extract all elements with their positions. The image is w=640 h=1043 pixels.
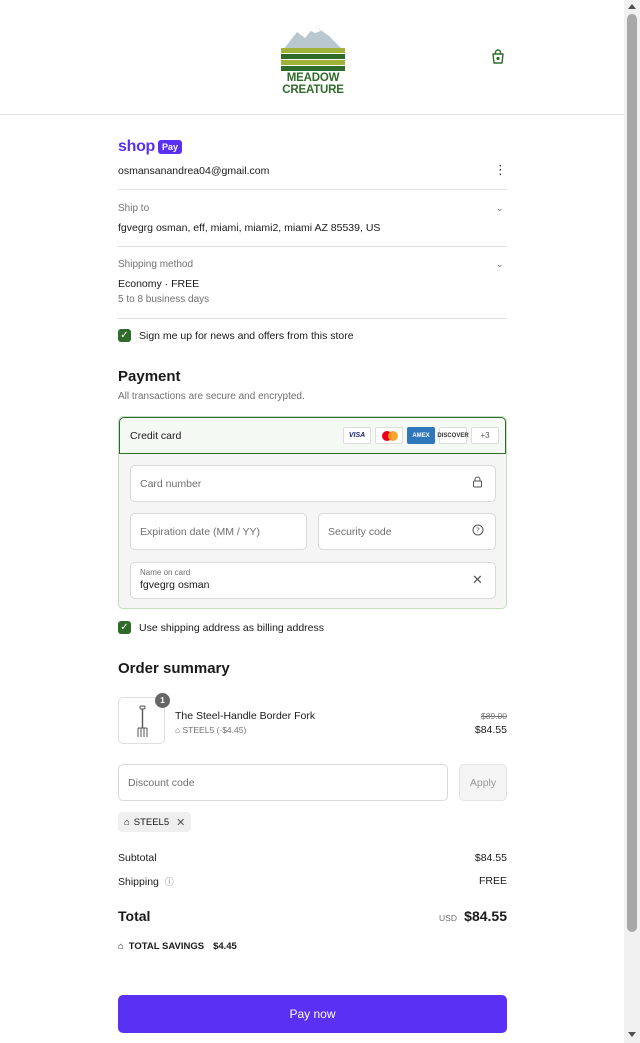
shop-pay-badge: Pay [158,140,183,154]
clear-x-icon[interactable]: ✕ [472,572,483,588]
product-discount-text: STEEL5 (-$4.45) [182,725,247,735]
total-value: $84.55 [464,908,507,924]
payment-subtitle: All transactions are secure and encrypte… [118,391,305,402]
credit-card-option[interactable]: Credit card VISA AMEX DISCOVER +3 [119,417,506,454]
apply-discount-button[interactable]: Apply [459,764,507,801]
more-card-brands: +3 [471,427,499,444]
shop-pay-logo: shop Pay [118,138,183,155]
card-number-placeholder: Card number [140,478,202,490]
shop-pay-word: shop [118,138,156,155]
product-name: The Steel-Handle Border Fork [175,710,316,722]
discounted-price: $84.55 [474,724,507,736]
chevron-down-icon[interactable]: ⌄ [496,203,504,214]
name-on-card-field[interactable]: Name on card fgvegrg osman ✕ [130,562,496,599]
ship-to-value: fgvegrg osman, eff, miami, miami2, miami… [118,222,381,234]
discount-code-field[interactable]: Discount code [118,764,448,801]
subtotal-label: Subtotal [118,852,157,864]
remove-discount-icon[interactable]: ✕ [176,816,185,829]
visa-icon: VISA [343,427,371,444]
ship-to-row[interactable] [118,189,507,246]
scroll-down-arrow-icon[interactable] [628,1032,636,1037]
card-number-field[interactable]: Card number [130,465,496,502]
shipping-method-value: Economy · FREE [118,278,200,290]
billing-same-checkbox[interactable]: ✓ [118,621,131,634]
name-on-card-value: fgvegrg osman [140,579,210,591]
help-circle-icon[interactable]: ⓘ [165,877,174,887]
svg-text:?: ? [476,527,480,535]
cart-button[interactable] [489,48,507,66]
applied-discount-code: STEEL5 [133,816,170,828]
store-logo[interactable]: MEADOW CREATURE [279,22,347,96]
shipping-method-label: Shipping method [118,259,194,270]
mastercard-icon [375,427,403,444]
original-price: $89.00 [481,711,507,721]
shipping-label-row: Shipping ⓘ [118,875,174,888]
total-savings: ⌂ TOTAL SAVINGS $4.45 [118,941,237,952]
discover-icon: DISCOVER [437,427,469,444]
tag-icon: ⌂ [124,816,130,828]
order-summary-title: Order summary [118,660,230,677]
scrollbar-thumb[interactable] [627,14,637,932]
discount-code-placeholder: Discount code [128,777,195,789]
expiration-date-field[interactable]: Expiration date (MM / YY) [130,513,307,550]
total-label: Total [118,908,151,924]
credit-card-label: Credit card [130,430,182,442]
page-scrollbar[interactable] [624,0,640,1043]
name-on-card-label: Name on card [140,568,191,577]
applied-discount-chip: ⌂ STEEL5 ✕ [118,812,192,832]
divider [118,318,507,319]
total-currency: USD [439,913,457,923]
lock-icon [472,476,483,491]
expiration-date-placeholder: Expiration date (MM / YY) [140,526,261,538]
billing-same-label: Use shipping address as billing address [139,622,325,634]
quantity-badge: 1 [155,693,170,708]
chevron-down-icon[interactable]: ⌄ [496,259,504,270]
account-email: osmansanandrea04@gmail.com [118,165,270,177]
site-header: MEADOW CREATURE [0,0,624,115]
newsletter-label: Sign me up for news and offers from this… [139,330,354,342]
ship-to-label: Ship to [118,203,150,214]
newsletter-checkbox[interactable]: ✓ [118,329,131,342]
product-discount: ⌂ STEEL5 (-$4.45) [175,725,246,735]
scroll-up-arrow-icon[interactable] [628,4,636,9]
store-name: MEADOW CREATURE [282,72,344,96]
amex-icon: AMEX [407,427,435,444]
more-vertical-icon[interactable]: ⋮ [494,163,507,177]
pay-now-button[interactable]: Pay now [118,995,507,1033]
subtotal-value: $84.55 [474,852,507,864]
security-code-placeholder: Security code [328,526,392,538]
tag-icon: ⌂ [118,941,124,952]
shipping-label: Shipping [118,876,159,888]
mountain-field-logo-icon [281,26,345,71]
shipping-method-eta: 5 to 8 business days [118,294,210,305]
payment-method-box: Credit card VISA AMEX DISCOVER +3 Card n… [118,416,507,609]
shipping-value: FREE [478,875,507,887]
payment-title: Payment [118,368,181,385]
security-code-field[interactable]: Security code ? [318,513,496,550]
card-brand-logos: VISA AMEX DISCOVER +3 [343,427,499,444]
shopping-bag-icon [492,49,504,64]
tag-icon: ⌂ [175,725,181,735]
total-savings-label: TOTAL SAVINGS [128,941,205,952]
help-circle-icon[interactable]: ? [472,524,484,539]
total-savings-value: $4.45 [213,941,237,952]
